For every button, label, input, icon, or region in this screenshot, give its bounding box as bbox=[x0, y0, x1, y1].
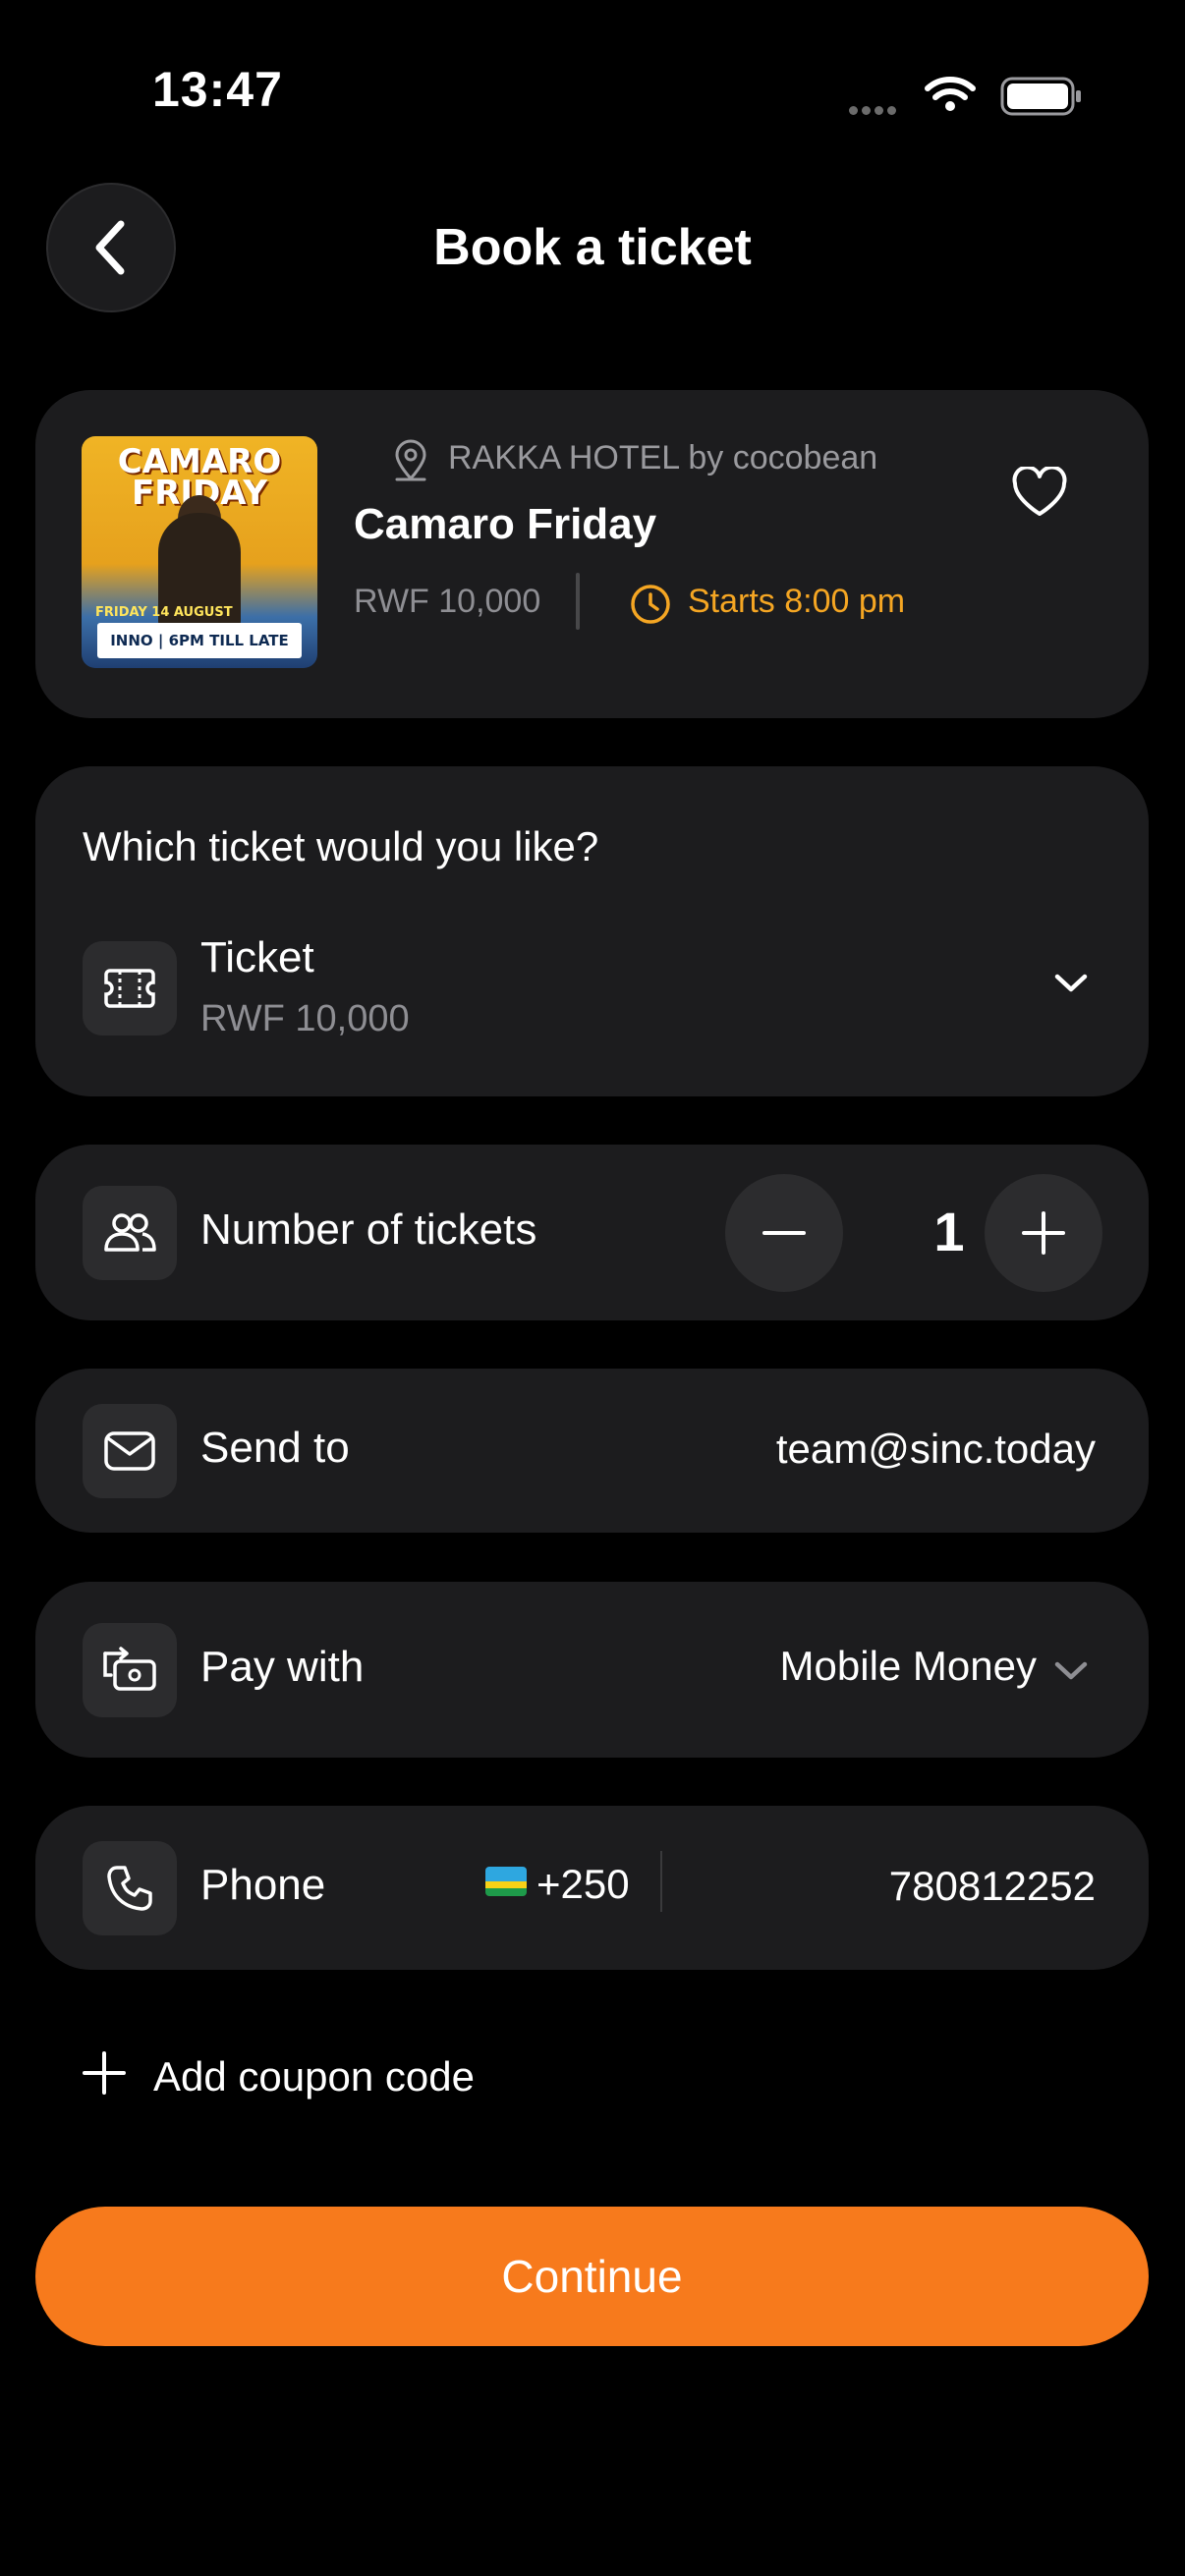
people-icon bbox=[104, 1213, 156, 1252]
continue-button[interactable]: Continue bbox=[35, 2207, 1149, 2346]
ticket-icon-box bbox=[83, 941, 177, 1036]
phone-icon-box bbox=[83, 1841, 177, 1935]
plus-icon[interactable] bbox=[83, 2051, 126, 2095]
heart-icon[interactable] bbox=[1010, 467, 1069, 520]
location-pin-icon bbox=[395, 439, 426, 481]
ticket-quantity-card: Number of tickets 1 bbox=[35, 1145, 1149, 1320]
clock-icon bbox=[631, 585, 670, 624]
event-name: Camaro Friday bbox=[354, 500, 657, 548]
divider bbox=[576, 573, 580, 630]
chevron-down-icon[interactable] bbox=[1053, 973, 1089, 994]
poster-date: FRIDAY 14 AUGUST bbox=[95, 605, 233, 620]
phone-number-input[interactable]: 780812252 bbox=[889, 1863, 1096, 1910]
add-coupon-link[interactable]: Add coupon code bbox=[153, 2053, 475, 2100]
ticket-type-name: Ticket bbox=[200, 933, 314, 981]
plus-icon bbox=[1022, 1211, 1065, 1255]
page-title: Book a ticket bbox=[433, 219, 752, 276]
chevron-down-icon[interactable] bbox=[1053, 1660, 1089, 1682]
payment-method-value[interactable]: Mobile Money bbox=[780, 1643, 1037, 1690]
ticket-type-price: RWF 10,000 bbox=[200, 998, 410, 1039]
phone-icon bbox=[107, 1866, 152, 1911]
country-dial-code[interactable]: +250 bbox=[536, 1861, 630, 1908]
rwanda-flag-icon[interactable] bbox=[485, 1867, 527, 1896]
minus-icon bbox=[762, 1231, 806, 1235]
poster-strip: INNO | 6PM TILL LATE bbox=[97, 623, 302, 658]
wallet-icon-box bbox=[83, 1623, 177, 1717]
mail-icon bbox=[104, 1431, 155, 1471]
pay-with-label: Pay with bbox=[200, 1643, 365, 1691]
pay-with-selector[interactable]: Pay with Mobile Money bbox=[35, 1582, 1149, 1758]
signal-dots-icon bbox=[849, 102, 900, 120]
send-to-label: Send to bbox=[200, 1424, 350, 1472]
quantity-label: Number of tickets bbox=[200, 1205, 537, 1254]
wallet-icon bbox=[103, 1647, 156, 1691]
send-to-field[interactable]: Send to team@sinc.today bbox=[35, 1369, 1149, 1533]
decrease-quantity-button[interactable] bbox=[725, 1174, 843, 1292]
event-start-time: Starts 8:00 pm bbox=[688, 583, 906, 620]
ticket-question: Which ticket would you like? bbox=[83, 823, 599, 869]
people-icon-box bbox=[83, 1186, 177, 1280]
event-poster-image: CAMARO FRIDAY FRIDAY 14 AUGUST INNO | 6P… bbox=[82, 436, 317, 668]
increase-quantity-button[interactable] bbox=[985, 1174, 1102, 1292]
divider bbox=[660, 1851, 662, 1912]
send-to-email[interactable]: team@sinc.today bbox=[776, 1426, 1096, 1473]
event-card[interactable]: CAMARO FRIDAY FRIDAY 14 AUGUST INNO | 6P… bbox=[35, 390, 1149, 718]
status-time: 13:47 bbox=[152, 62, 283, 117]
ticket-icon bbox=[104, 969, 155, 1008]
phone-field[interactable]: Phone +250 780812252 bbox=[35, 1806, 1149, 1970]
event-price: RWF 10,000 bbox=[354, 583, 541, 620]
battery-icon bbox=[1000, 77, 1081, 116]
event-venue: RAKKA HOTEL by cocobean bbox=[448, 439, 878, 476]
mail-icon-box bbox=[83, 1404, 177, 1498]
wifi-icon bbox=[925, 77, 976, 111]
quantity-value: 1 bbox=[933, 1201, 965, 1262]
phone-label: Phone bbox=[200, 1861, 326, 1909]
ticket-select-card[interactable]: Which ticket would you like? Ticket RWF … bbox=[35, 766, 1149, 1096]
